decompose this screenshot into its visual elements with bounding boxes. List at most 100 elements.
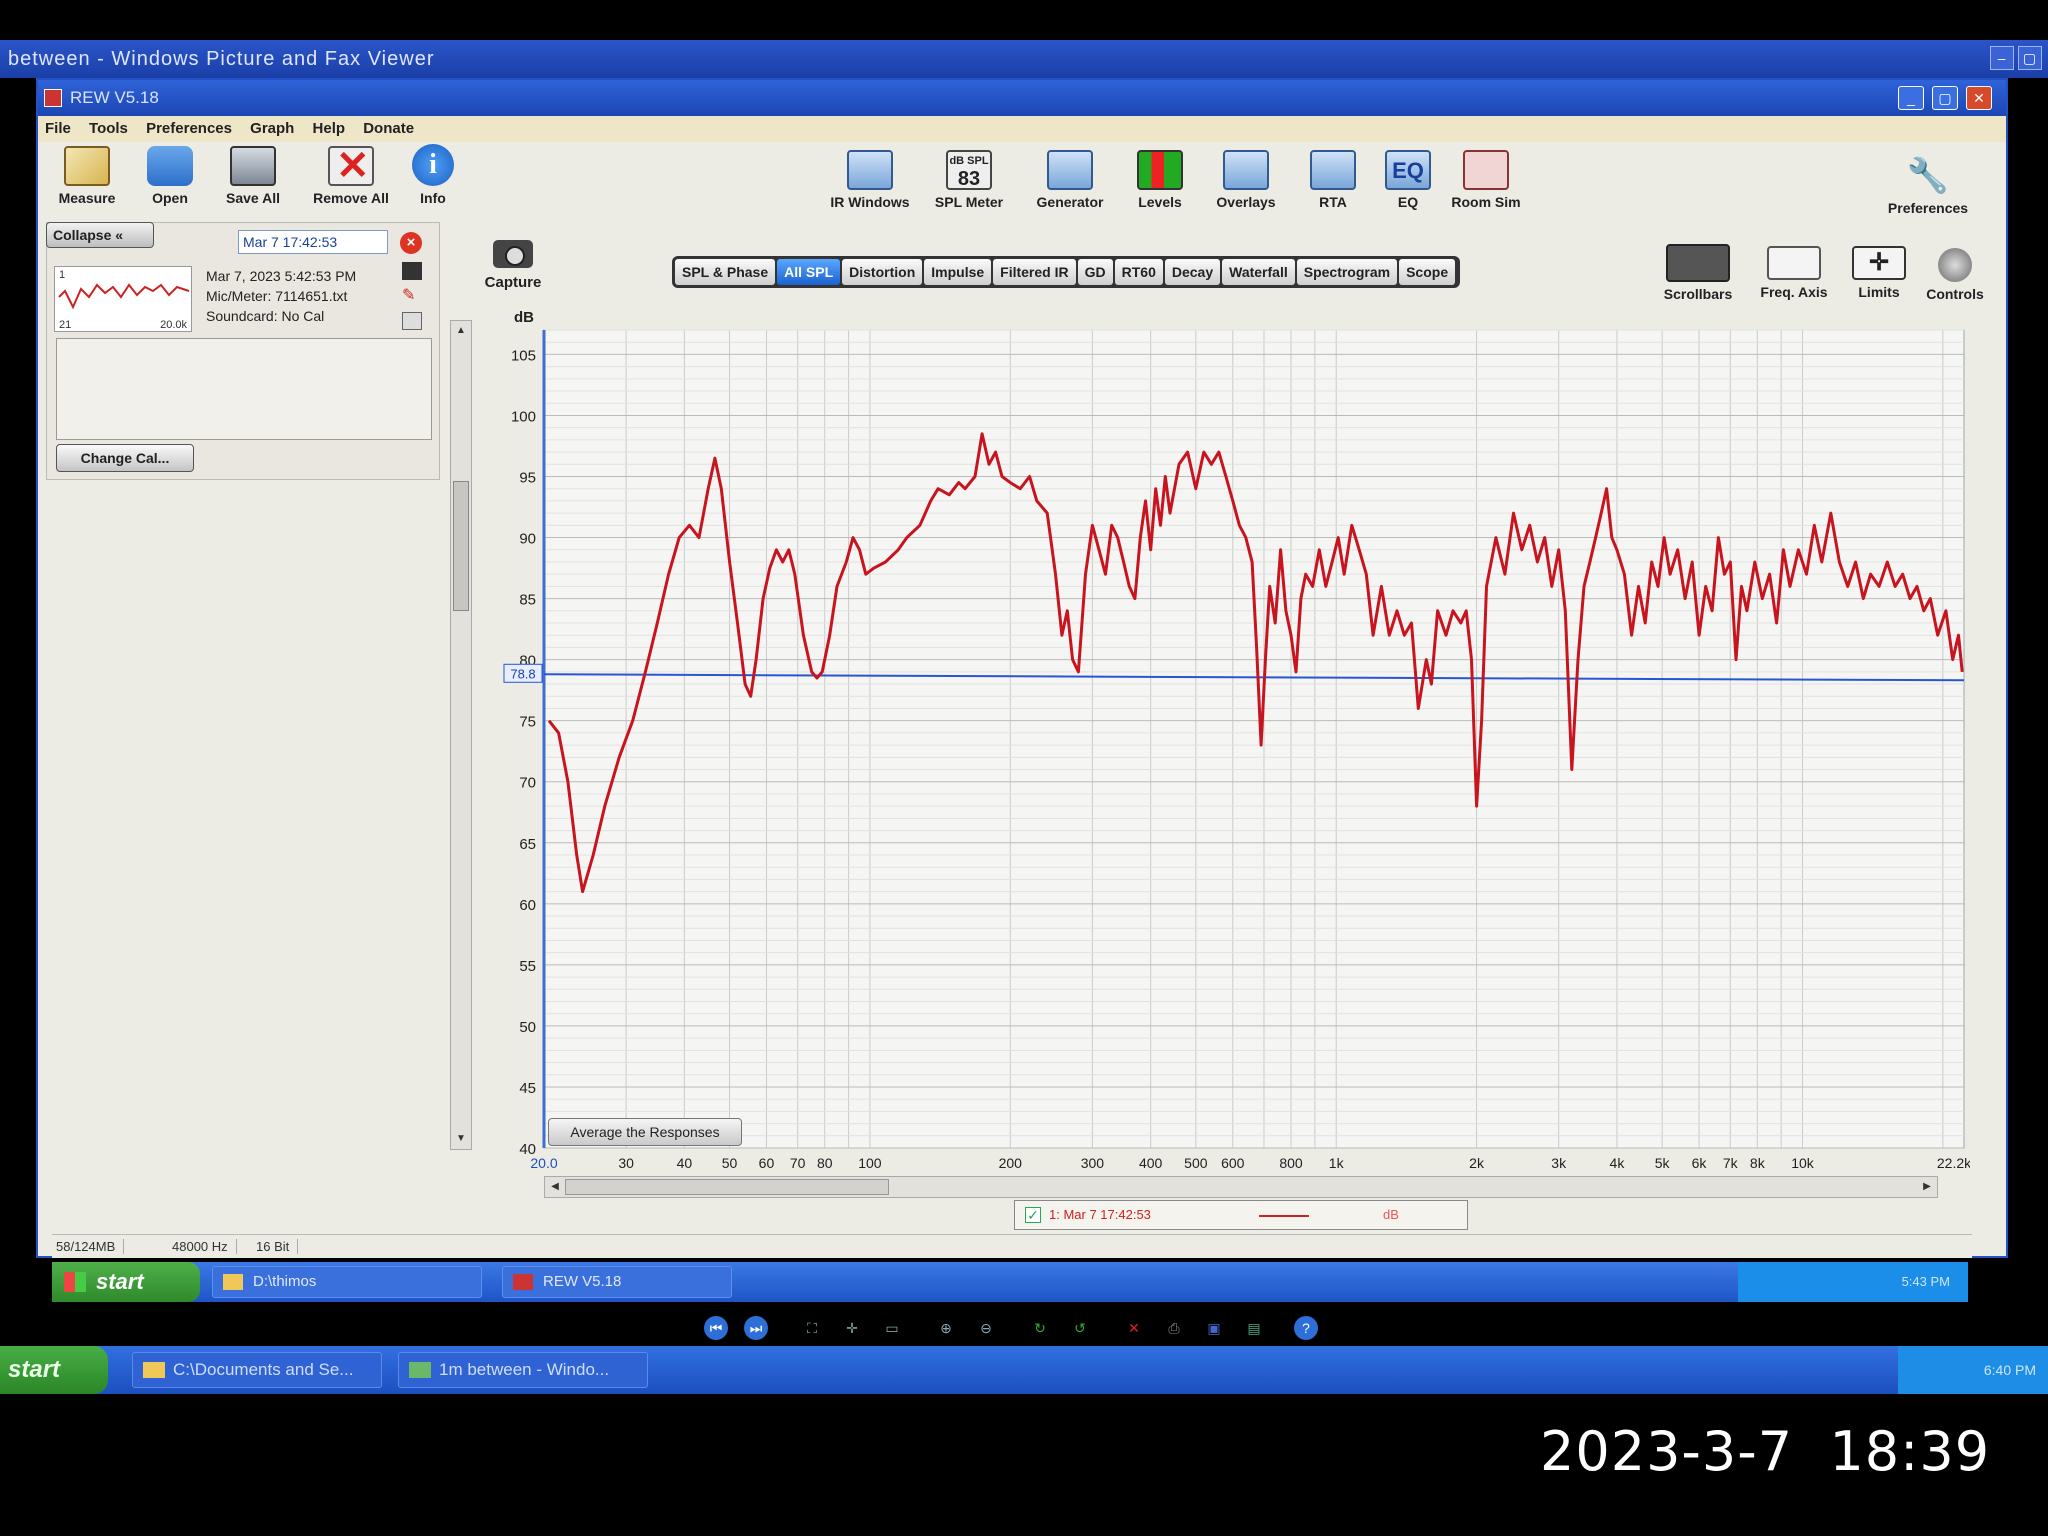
rotate-clockwise-icon[interactable]: ↻	[1028, 1316, 1052, 1340]
y-axis-label: dB	[514, 309, 534, 326]
menu-preferences[interactable]: Preferences	[139, 116, 239, 141]
preferences-button[interactable]: 🔧 Preferences	[1880, 156, 1976, 216]
tab-distortion[interactable]: Distortion	[842, 259, 923, 285]
tab-rt60[interactable]: RT60	[1114, 259, 1163, 285]
horizontal-scroll-thumb[interactable]	[565, 1179, 889, 1195]
scroll-up-icon[interactable]: ▲	[453, 323, 469, 339]
save-all-button[interactable]: Save All	[218, 146, 288, 206]
freq-axis-button[interactable]: Freq. Axis	[1752, 246, 1836, 300]
remove-all-button[interactable]: Remove All	[306, 144, 396, 206]
outer-task-explorer[interactable]: C:\Documents and Se...	[132, 1352, 382, 1388]
spl-graph[interactable]: 105 100 95 90 85 80 75 70 65 60 55 50 45 40 dB 20.0 30 40…	[490, 300, 1970, 1180]
plot-area	[543, 329, 1965, 1149]
spl-meter-button[interactable]: dB SPL 83 SPL Meter	[928, 150, 1010, 210]
rew-app-icon	[44, 89, 62, 107]
levels-button[interactable]: Levels	[1130, 150, 1190, 210]
eq-button[interactable]: EQ EQ	[1380, 150, 1436, 210]
tab-gd[interactable]: GD	[1077, 259, 1113, 285]
menu-help[interactable]: Help	[306, 116, 353, 141]
limits-button[interactable]: ✛ Limits	[1844, 246, 1914, 300]
measurement-thumbnail[interactable]: 1 21 20.0k	[54, 266, 192, 332]
menu-file[interactable]: File	[38, 116, 78, 141]
ir-windows-label: IR Windows	[830, 194, 910, 210]
scrollbars-button[interactable]: Scrollbars	[1656, 244, 1740, 302]
levels-icon	[1137, 150, 1183, 190]
next-image-icon[interactable]: ⏭	[744, 1316, 768, 1340]
tab-decay[interactable]: Decay	[1164, 259, 1221, 285]
capture-button[interactable]: Capture	[480, 240, 546, 291]
measure-button[interactable]: Measure	[52, 146, 122, 206]
outer-task-viewer[interactable]: 1m between - Windo...	[398, 1352, 648, 1388]
ir-windows-button[interactable]: IR Windows	[824, 150, 916, 210]
change-cal-button[interactable]: Change Cal...	[56, 444, 194, 472]
scroll-down-icon[interactable]: ▼	[453, 1131, 469, 1147]
scroll-right-icon[interactable]: ▶	[1919, 1179, 1935, 1195]
best-fit-icon[interactable]: ⛶	[800, 1316, 824, 1340]
menu-graph[interactable]: Graph	[243, 116, 301, 141]
notes-area[interactable]	[56, 338, 432, 440]
close-window-icon[interactable]: ✕	[1966, 86, 1992, 110]
x-tick-label: 60	[759, 1155, 775, 1171]
outer-restore-icon[interactable]: ▢	[2018, 46, 2042, 70]
outer-task-viewer-label: 1m between - Windo...	[439, 1360, 610, 1379]
room-sim-button[interactable]: Room Sim	[1446, 150, 1526, 210]
tab-filtered-ir[interactable]: Filtered IR	[993, 259, 1076, 285]
measurement-color-icon[interactable]	[402, 262, 422, 280]
tab-waterfall[interactable]: Waterfall	[1222, 259, 1295, 285]
open-button[interactable]: Open	[140, 146, 200, 206]
inner-start-button[interactable]: start	[52, 1262, 200, 1302]
tab-scope[interactable]: Scope	[1399, 259, 1456, 285]
save-copy-icon[interactable]: ▣	[1202, 1316, 1226, 1340]
notes-icon[interactable]	[402, 312, 422, 330]
y-tick-label: 65	[519, 836, 536, 853]
legend-checkbox[interactable]: ✓	[1025, 1207, 1041, 1223]
edit-image-icon[interactable]: ▤	[1242, 1316, 1266, 1340]
horizontal-scrollbar[interactable]: ◀ ▶	[544, 1176, 1938, 1198]
overlays-button[interactable]: Overlays	[1210, 150, 1282, 210]
collapse-chevron-icon: «	[115, 227, 124, 243]
freq-axis-icon	[1767, 246, 1821, 280]
generator-button[interactable]: Generator	[1030, 150, 1110, 210]
thumbnail-high: 20.0k	[160, 319, 187, 331]
previous-image-icon[interactable]: ⏮	[704, 1316, 728, 1340]
vertical-scroll-thumb[interactable]	[453, 481, 469, 611]
actual-size-icon[interactable]: ✛	[840, 1316, 864, 1340]
slideshow-icon[interactable]: ▭	[880, 1316, 904, 1340]
inner-task-folder[interactable]: D:\thimos	[212, 1266, 482, 1298]
print-icon[interactable]: ⎙	[1162, 1316, 1186, 1340]
x-axis-unit: Hz	[1969, 1155, 1970, 1171]
average-responses-button[interactable]: Average the Responses	[548, 1118, 742, 1146]
inner-task-rew[interactable]: REW V5.18	[502, 1266, 732, 1298]
minimize-icon[interactable]: _	[1898, 86, 1924, 110]
menu-tools[interactable]: Tools	[82, 116, 135, 141]
controls-button[interactable]: Controls	[1918, 248, 1992, 302]
photo-timestamp: 2023-3-7 18:39	[1540, 1420, 1991, 1483]
menu-donate[interactable]: Donate	[356, 116, 421, 141]
remove-measurement-icon[interactable]: ×	[400, 232, 422, 254]
generator-icon	[1047, 150, 1093, 190]
tab-impulse[interactable]: Impulse	[924, 259, 992, 285]
pencil-icon[interactable]: ✎	[402, 288, 422, 304]
tab-spl-phase[interactable]: SPL & Phase	[675, 259, 776, 285]
generator-label: Generator	[1036, 194, 1104, 210]
spl-meter-value: 83	[957, 168, 981, 190]
zoom-out-icon[interactable]: ⊖	[974, 1316, 998, 1340]
rotate-counterclockwise-icon[interactable]: ↺	[1068, 1316, 1092, 1340]
thumbnail-num: 1	[59, 269, 66, 281]
zoom-in-icon[interactable]: ⊕	[934, 1316, 958, 1340]
rta-button[interactable]: RTA	[1304, 150, 1362, 210]
help-icon[interactable]: ?	[1294, 1316, 1318, 1340]
measurement-name-field[interactable]: Mar 7 17:42:53	[238, 230, 388, 254]
maximize-icon[interactable]: ▢	[1932, 86, 1958, 110]
delete-icon[interactable]: ✕	[1122, 1316, 1146, 1340]
preferences-label: Preferences	[1887, 200, 1969, 216]
outer-start-button[interactable]: start	[0, 1346, 108, 1394]
collapse-button[interactable]: Collapse «	[46, 222, 154, 248]
scroll-left-icon[interactable]: ◀	[547, 1179, 563, 1195]
vertical-scrollbar[interactable]: ▲ ▼	[450, 320, 472, 1150]
info-button[interactable]: i Info	[408, 144, 458, 206]
tab-spectrogram[interactable]: Spectrogram	[1296, 259, 1398, 285]
info-icon: i	[412, 144, 454, 186]
tab-all-spl[interactable]: All SPL	[777, 259, 841, 285]
outer-minimize-icon[interactable]: –	[1990, 46, 2014, 70]
